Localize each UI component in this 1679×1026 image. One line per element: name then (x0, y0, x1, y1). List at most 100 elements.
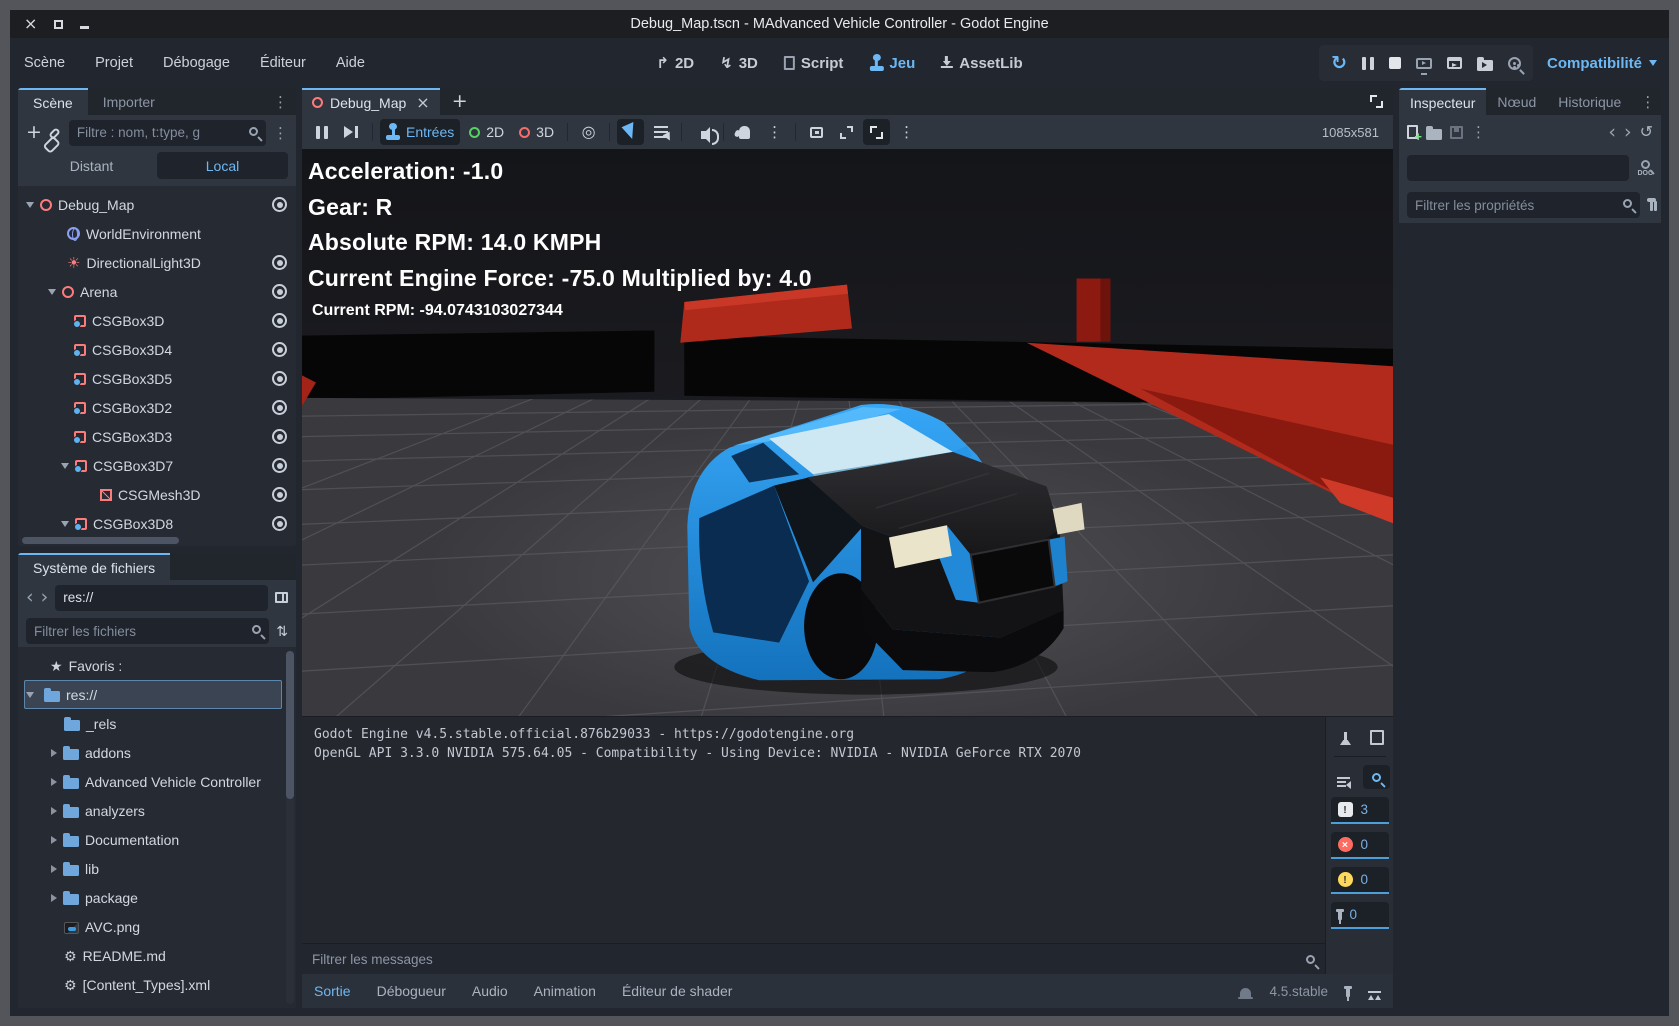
menu-scene[interactable]: Scène (24, 55, 65, 71)
menu-debug[interactable]: Débogage (163, 55, 230, 71)
file-row-package[interactable]: package (18, 883, 296, 912)
chevron-right-icon[interactable] (51, 894, 57, 902)
visibility-eye-icon[interactable] (272, 400, 287, 415)
camera-menu-icon[interactable] (761, 119, 788, 145)
tree-node-csgbox3d8[interactable]: CSGBox3D8 (18, 509, 296, 538)
interaction-button[interactable] (731, 119, 758, 145)
next-frame-button[interactable] (338, 119, 365, 145)
tab-debugger[interactable]: Débogueur (377, 983, 446, 999)
history-list-icon[interactable] (1640, 124, 1653, 140)
tab-inspector[interactable]: Inspecteur (1399, 88, 1486, 115)
file-row-res-root[interactable]: res:// (24, 680, 282, 709)
filter-editor-toggle[interactable]: 0 (1331, 902, 1389, 929)
stretch-game-button[interactable] (863, 119, 890, 145)
stop-scene-icon[interactable] (1389, 57, 1401, 69)
camera-override-button[interactable] (575, 119, 602, 145)
tab-history[interactable]: Historique (1547, 88, 1632, 115)
window-maximize-icon[interactable] (54, 20, 63, 29)
file-row-content-types[interactable]: [Content_Types].xml (18, 970, 296, 999)
pause-game-button[interactable] (308, 119, 335, 145)
visibility-eye-icon[interactable] (272, 458, 287, 473)
show-search-button[interactable] (1363, 765, 1390, 789)
inputs-toggle-button[interactable]: Entrées (380, 119, 460, 145)
file-row-advanced-vehicle-controller[interactable]: Advanced Vehicle Controller (18, 767, 296, 796)
edited-object-bar[interactable] (1407, 155, 1629, 181)
file-row-avc-png[interactable]: AVC.png (18, 912, 296, 941)
tree-node-csgbox3d7[interactable]: CSGBox3D7 (18, 451, 296, 480)
movie-maker-icon[interactable] (1508, 57, 1521, 70)
remote-debug-icon[interactable] (1416, 58, 1432, 69)
tab-filesystem[interactable]: Système de fichiers (18, 553, 170, 580)
list-select-button[interactable] (647, 119, 674, 145)
expand-panel-icon[interactable] (1368, 991, 1381, 993)
workspace-game[interactable]: Jeu (869, 55, 915, 72)
filter-warnings-toggle[interactable]: ! 0 (1331, 867, 1389, 894)
scene-filter-input[interactable] (69, 120, 266, 146)
game-viewport[interactable]: Acceleration: -1.0 Gear: R Absolute RPM:… (302, 149, 1393, 716)
output-log[interactable]: Godot Engine v4.5.stable.official.876b29… (302, 717, 1325, 943)
game-view-menu-icon[interactable] (893, 119, 920, 145)
workspace-3d[interactable]: 3D (720, 55, 758, 72)
tab-node[interactable]: Nœud (1486, 88, 1547, 115)
inspector-menu-icon[interactable] (1632, 88, 1661, 115)
nav-forward-icon[interactable] (41, 588, 49, 607)
visibility-eye-icon[interactable] (272, 284, 287, 299)
workspace-script[interactable]: Script (784, 55, 844, 72)
scene-extra-menu-icon[interactable] (273, 125, 288, 141)
chevron-right-icon[interactable] (51, 807, 57, 815)
tree-node-csgbox3d[interactable]: CSGBox3D (18, 306, 296, 335)
tab-audio[interactable]: Audio (472, 983, 508, 999)
select-mode-button[interactable] (617, 119, 644, 145)
renderer-selector[interactable]: Compatibilité (1547, 55, 1657, 72)
tree-node-directionallight[interactable]: DirectionalLight3D (18, 248, 296, 277)
tree-node-csgbox3d3[interactable]: CSGBox3D3 (18, 422, 296, 451)
close-tab-icon[interactable] (416, 95, 429, 111)
notifications-bell-icon[interactable] (1240, 988, 1251, 997)
file-filter-input[interactable] (26, 618, 269, 644)
new-scene-tab-button[interactable] (440, 88, 480, 115)
play-scene-icon[interactable] (1447, 57, 1462, 69)
chevron-down-icon[interactable] (61, 521, 69, 527)
chevron-right-icon[interactable] (51, 836, 57, 844)
visibility-eye-icon[interactable] (272, 371, 287, 386)
chevron-down-icon[interactable] (26, 692, 34, 698)
remote-toggle[interactable]: Distant (26, 152, 157, 179)
chevron-right-icon[interactable] (51, 865, 57, 873)
collapse-duplicates-button[interactable] (1330, 765, 1357, 789)
visibility-eye-icon[interactable] (272, 516, 287, 531)
tab-shader-editor[interactable]: Éditeur de shader (622, 983, 733, 999)
scene-tree-hscrollbar[interactable] (22, 537, 292, 544)
filter-messages-toggle[interactable]: ! 3 (1331, 797, 1389, 824)
history-back-icon[interactable] (1608, 123, 1616, 142)
open-docs-button[interactable]: DOC (1637, 160, 1653, 177)
menu-project[interactable]: Projet (95, 55, 133, 71)
chevron-right-icon[interactable] (51, 749, 57, 757)
file-row-rels[interactable]: _rels (18, 709, 296, 738)
window-close-icon[interactable] (24, 16, 37, 32)
filter-errors-toggle[interactable]: × 0 (1331, 832, 1389, 859)
file-row-addons[interactable]: addons (18, 738, 296, 767)
tab-animation[interactable]: Animation (534, 983, 596, 999)
embed-game-button[interactable] (803, 119, 830, 145)
tab-scene[interactable]: Scène (18, 88, 88, 115)
new-resource-icon[interactable] (1407, 125, 1418, 139)
picking-3d-button[interactable]: 3D (513, 119, 560, 145)
inspector-properties-area[interactable] (1399, 223, 1661, 1008)
file-row-lib[interactable]: lib (18, 854, 296, 883)
path-input[interactable] (55, 585, 268, 611)
property-tools-icon[interactable] (1650, 199, 1653, 211)
sort-files-icon[interactable] (276, 623, 288, 639)
visibility-eye-icon[interactable] (272, 429, 287, 444)
add-node-icon[interactable] (26, 123, 42, 142)
save-resource-icon[interactable] (1450, 126, 1463, 139)
file-row-documentation[interactable]: Documentation (18, 825, 296, 854)
workspace-assetlib[interactable]: AssetLib (941, 55, 1022, 72)
split-view-icon[interactable] (275, 592, 288, 603)
pin-panel-icon[interactable] (1346, 988, 1350, 997)
visibility-eye-icon[interactable] (272, 197, 287, 212)
tree-node-csgmesh3d[interactable]: CSGMesh3D (18, 480, 296, 509)
restart-scene-icon[interactable] (1331, 54, 1347, 73)
history-forward-icon[interactable] (1624, 123, 1632, 142)
scene-dock-menu-icon[interactable] (265, 88, 296, 115)
menu-editor[interactable]: Éditeur (260, 55, 306, 71)
